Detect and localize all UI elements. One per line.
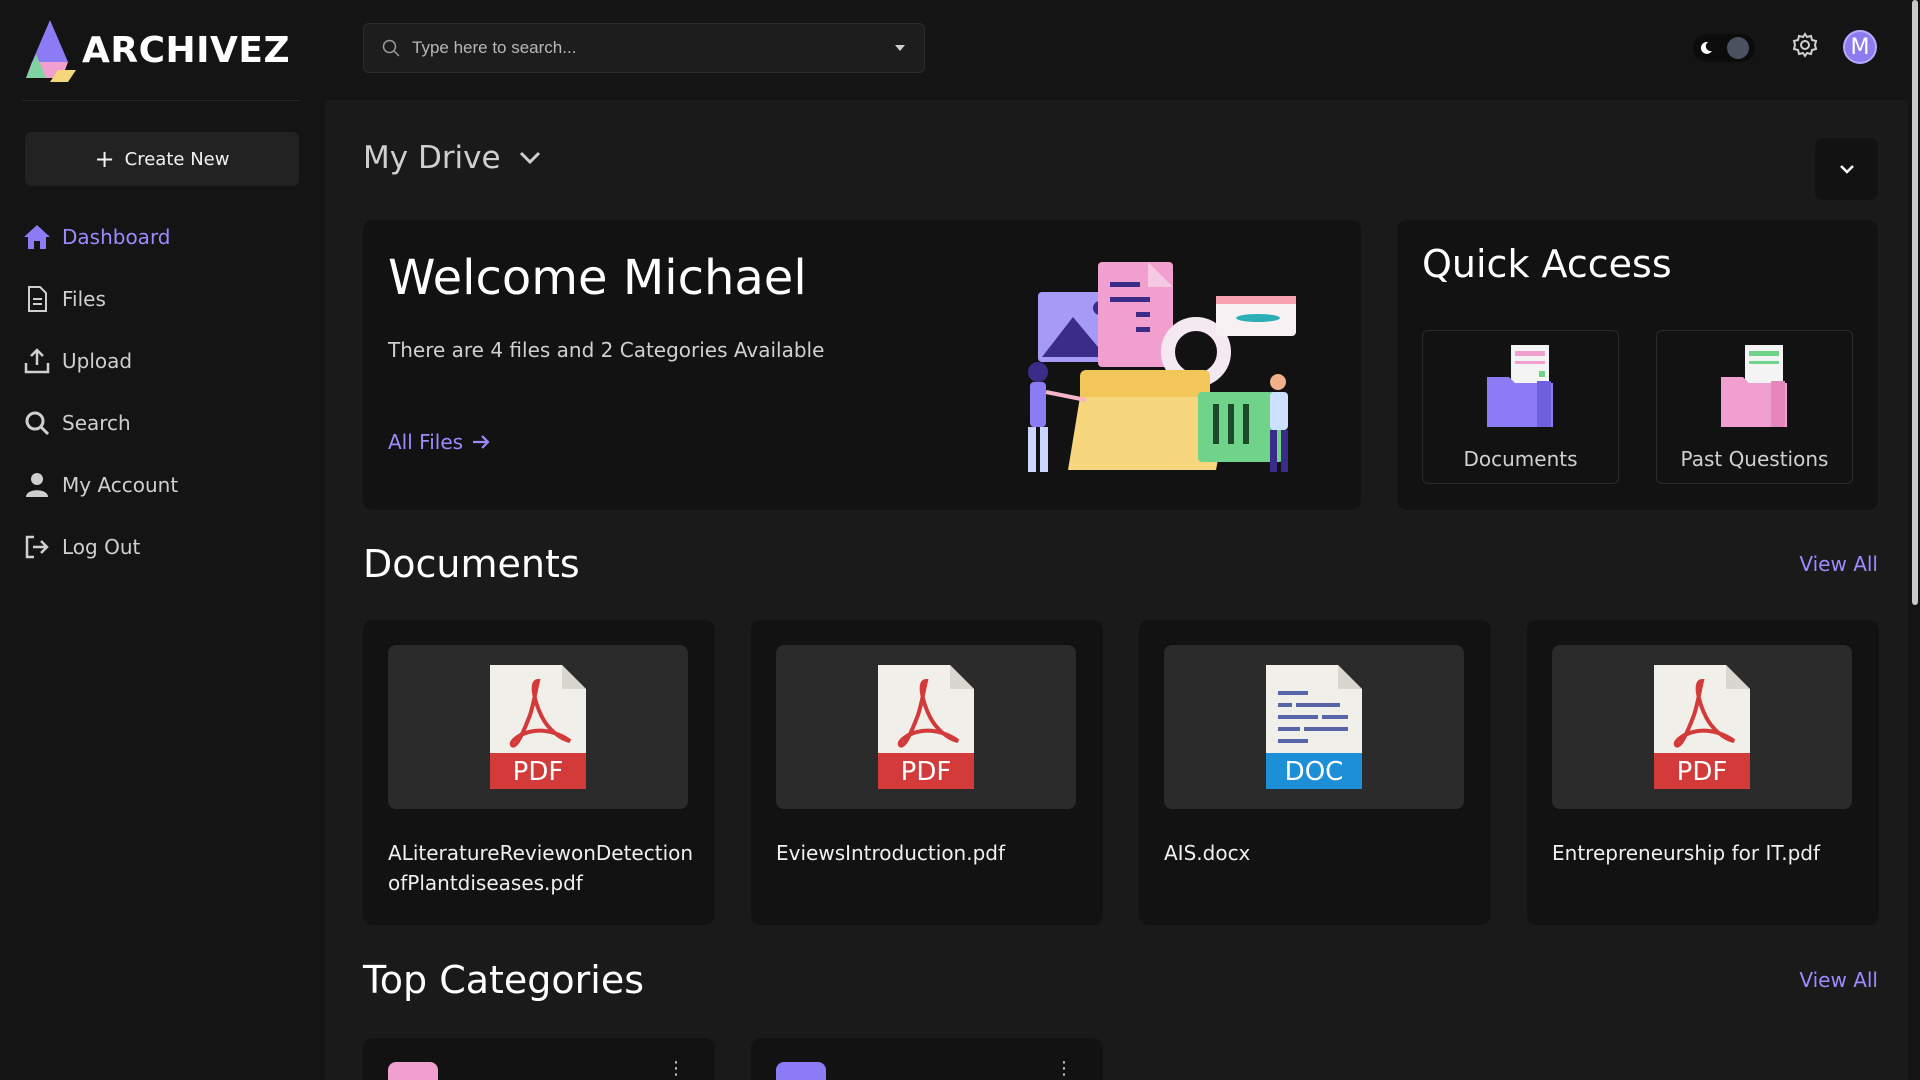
chevron-down-icon — [1839, 165, 1854, 174]
sidebar-item-label: Log Out — [62, 535, 141, 559]
file-icon — [22, 284, 52, 314]
home-icon — [22, 222, 52, 252]
svg-text:PDF: PDF — [901, 757, 952, 787]
category-icon — [776, 1062, 826, 1080]
upload-icon — [22, 346, 52, 376]
search-icon — [382, 39, 400, 57]
arrow-right-icon — [473, 435, 490, 449]
document-name: Entrepreneurship for IT.pdf — [1552, 841, 1820, 865]
folder-icon — [1486, 345, 1553, 427]
category-card[interactable]: ⋮ — [363, 1038, 715, 1080]
document-card[interactable]: PDF Entrepreneurship for IT.pdf — [1527, 620, 1879, 925]
user-icon — [22, 470, 52, 500]
quick-access-label: Past Questions — [1680, 447, 1829, 471]
main-content: My Drive Welcome Michael There are 4 fil… — [325, 100, 1908, 1080]
documents-title: Documents — [363, 542, 580, 586]
sidebar-item-log-out[interactable]: Log Out — [22, 516, 312, 578]
sidebar-item-upload[interactable]: Upload — [22, 330, 312, 392]
category-card[interactable]: ⋮ — [751, 1038, 1103, 1080]
document-thumbnail: PDF — [388, 645, 688, 809]
topbar: M — [325, 0, 1920, 100]
create-new-label: Create New — [124, 148, 230, 170]
pdf-file-icon: PDF — [1654, 665, 1750, 789]
document-thumbnail: PDF — [776, 645, 1076, 809]
doc-file-icon: DOC — [1266, 665, 1362, 789]
sidebar-nav: Dashboard Files Upload Search My Account — [22, 206, 312, 578]
welcome-subtitle: There are 4 files and 2 Categories Avail… — [388, 338, 825, 362]
scrollbar-thumb[interactable] — [1912, 0, 1918, 605]
chevron-down-icon — [519, 151, 540, 165]
logo[interactable]: ARCHIVEZ — [22, 18, 290, 82]
category-icon — [388, 1062, 438, 1080]
quick-access-label: Documents — [1463, 447, 1578, 471]
all-files-label: All Files — [388, 430, 464, 454]
quick-access-past-questions[interactable]: Past Questions — [1656, 330, 1853, 484]
sidebar-item-label: Dashboard — [62, 225, 171, 249]
gear-icon — [1792, 32, 1818, 58]
document-card[interactable]: PDF ALiteratureReviewonDetectionofPlantd… — [363, 620, 715, 925]
documents-view-all-link[interactable]: View All — [1799, 552, 1878, 576]
document-name: AIS.docx — [1164, 841, 1251, 865]
svg-text:PDF: PDF — [513, 757, 564, 787]
svg-text:PDF: PDF — [1677, 757, 1728, 787]
logo-icon — [26, 20, 76, 82]
search-input[interactable] — [412, 38, 894, 58]
my-drive-dropdown[interactable]: My Drive — [363, 140, 541, 176]
theme-toggle[interactable] — [1693, 34, 1755, 62]
more-options-icon[interactable]: ⋮ — [1055, 1060, 1073, 1078]
categories-view-all-link[interactable]: View All — [1799, 968, 1878, 992]
moon-icon — [1700, 41, 1712, 54]
sidebar-item-files[interactable]: Files — [22, 268, 312, 330]
welcome-title: Welcome Michael — [388, 250, 807, 306]
divider — [22, 100, 300, 101]
sidebar-item-label: Upload — [62, 349, 133, 373]
caret-down-icon[interactable] — [894, 44, 906, 52]
document-thumbnail: DOC — [1164, 645, 1464, 809]
document-name: ALiteratureReviewonDetectionofPlantdisea… — [388, 841, 694, 895]
settings-button[interactable] — [1790, 30, 1820, 60]
files-illustration — [1028, 262, 1296, 472]
folder-icon — [1720, 345, 1787, 427]
quick-access-documents[interactable]: Documents — [1422, 330, 1619, 484]
sidebar-item-label: Files — [62, 287, 106, 311]
collapse-button[interactable] — [1815, 138, 1878, 200]
top-categories-title: Top Categories — [363, 958, 645, 1002]
all-files-link[interactable]: All Files — [388, 430, 491, 454]
app-name: ARCHIVEZ — [82, 29, 291, 71]
page-title: My Drive — [363, 140, 501, 176]
pdf-file-icon: PDF — [490, 665, 586, 789]
document-card[interactable]: PDF EviewsIntroduction.pdf — [751, 620, 1103, 925]
search-bar[interactable] — [363, 23, 925, 73]
sidebar-item-label: Search — [62, 411, 131, 435]
document-name: EviewsIntroduction.pdf — [776, 841, 1006, 865]
sidebar-item-my-account[interactable]: My Account — [22, 454, 312, 516]
more-options-icon[interactable]: ⋮ — [667, 1060, 685, 1078]
document-card[interactable]: DOC AIS.docx — [1139, 620, 1491, 925]
quick-access-title: Quick Access — [1422, 242, 1672, 286]
sidebar-item-label: My Account — [62, 473, 179, 497]
plus-icon: + — [94, 145, 115, 173]
sidebar: ARCHIVEZ + Create New Dashboard Files Up… — [0, 0, 325, 1080]
svg-text:DOC: DOC — [1285, 757, 1344, 787]
sidebar-item-search[interactable]: Search — [22, 392, 312, 454]
search-icon — [22, 408, 52, 438]
document-thumbnail: PDF — [1552, 645, 1852, 809]
welcome-card: Welcome Michael There are 4 files and 2 … — [363, 220, 1361, 510]
avatar[interactable]: M — [1843, 30, 1877, 64]
create-new-button[interactable]: + Create New — [25, 132, 299, 186]
quick-access-card: Quick Access Documents Past Questions — [1397, 220, 1878, 510]
toggle-knob — [1727, 37, 1749, 59]
logout-icon — [22, 532, 52, 562]
sidebar-item-dashboard[interactable]: Dashboard — [22, 206, 312, 268]
pdf-file-icon: PDF — [878, 665, 974, 789]
